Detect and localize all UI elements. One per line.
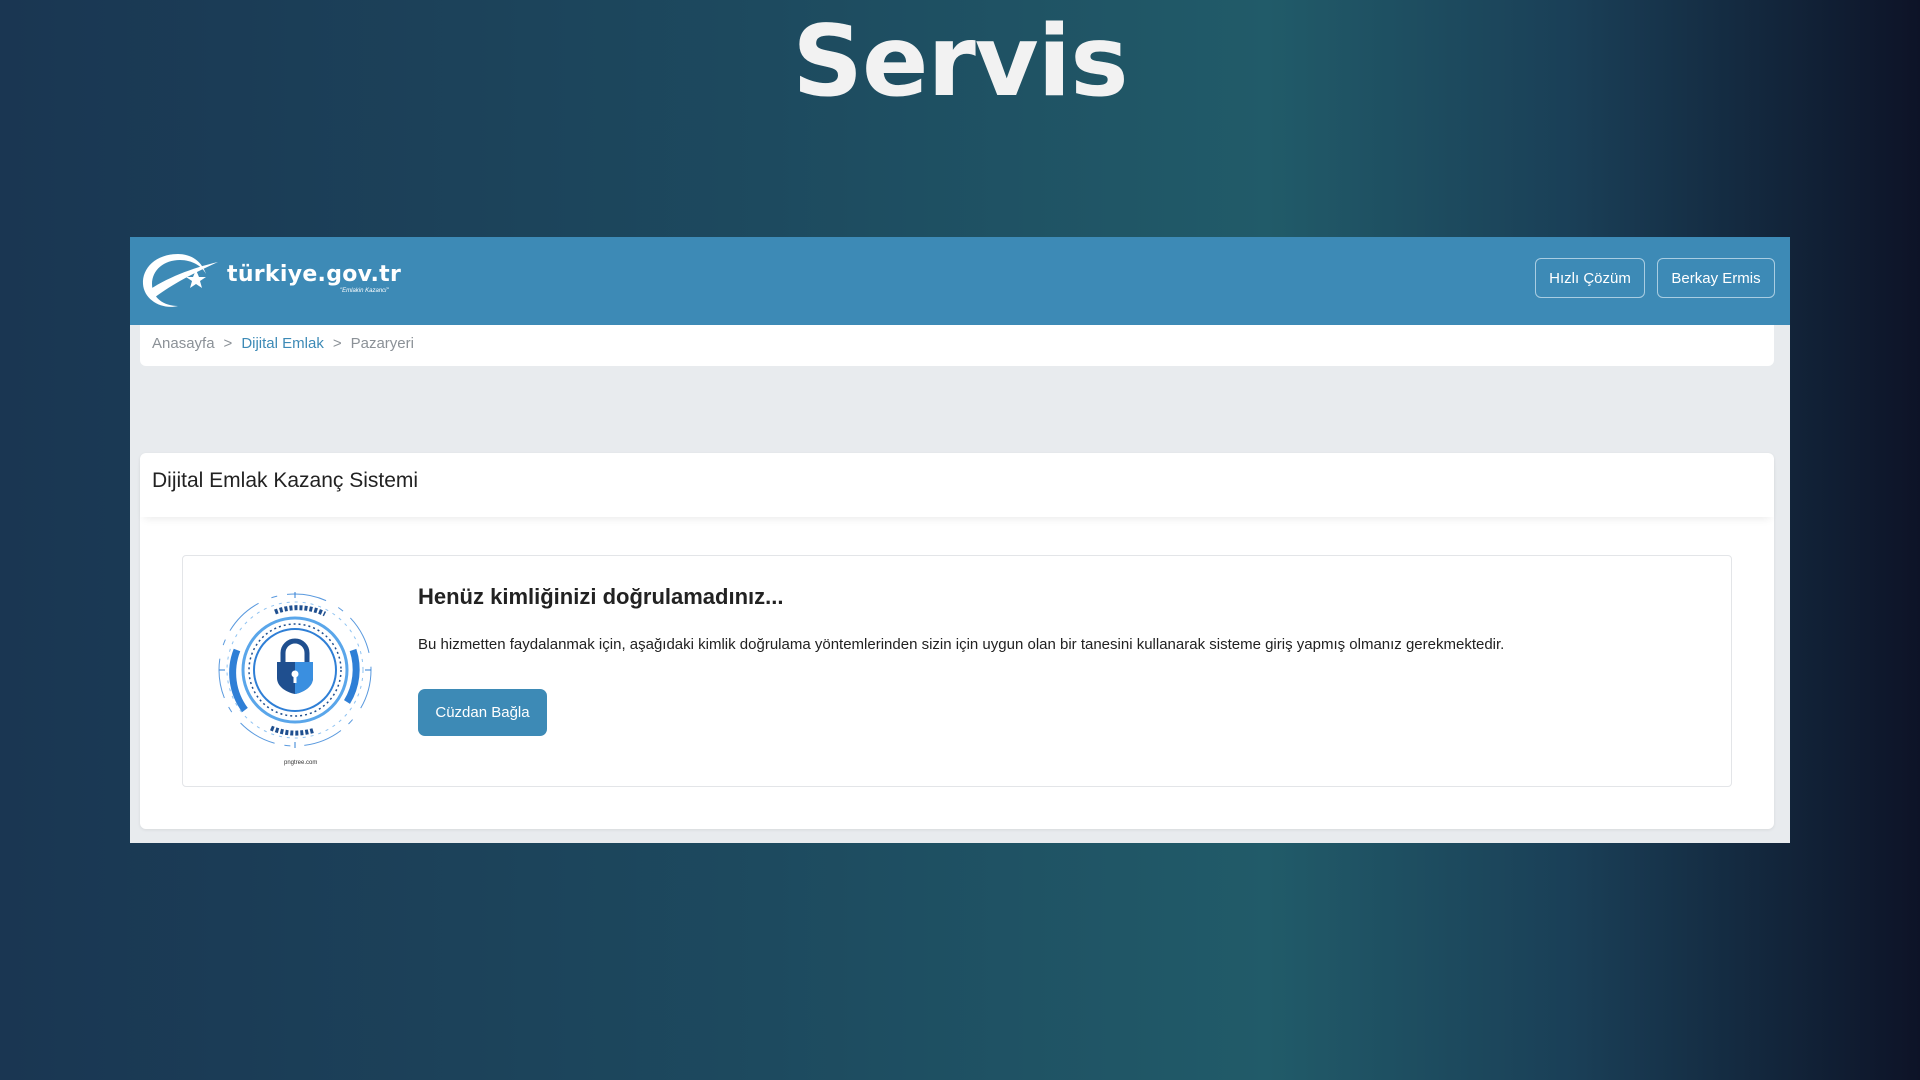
main-card: Dijital Emlak Kazanç Sistemi pngtree.com… — [140, 453, 1774, 829]
lock-shield-icon — [218, 592, 372, 748]
breadcrumb-item-home[interactable]: Anasayfa — [152, 335, 215, 352]
browser-window: türkiye.gov.tr "Emlakin Kazanci" Hızlı Ç… — [130, 237, 1790, 843]
logo-tagline: "Emlakin Kazanci" — [340, 288, 389, 294]
breadcrumb: Anasayfa > Dijital Emlak > Pazaryeri — [140, 325, 1774, 366]
breadcrumb-item-current: Pazaryeri — [350, 335, 414, 352]
crescent-star-logo-icon — [142, 254, 218, 307]
top-navbar: türkiye.gov.tr "Emlakin Kazanci" Hızlı Ç… — [130, 237, 1790, 325]
illustration-caption: pngtree.com — [284, 760, 318, 766]
verification-description: Bu hizmetten faydalanmak için, aşağıdaki… — [418, 636, 1505, 653]
logo-text: türkiye.gov.tr — [227, 262, 402, 287]
verification-title: Henüz kimliğinizi doğrulamadınız... — [418, 584, 784, 609]
breadcrumb-item-dijital-emlak[interactable]: Dijital Emlak — [241, 335, 324, 352]
card-header: Dijital Emlak Kazanç Sistemi — [140, 453, 1774, 517]
connect-wallet-button[interactable]: Cüzdan Bağla — [418, 689, 547, 736]
breadcrumb-separator: > — [332, 335, 342, 352]
breadcrumb-separator: > — [223, 335, 233, 352]
quick-solution-button[interactable]: Hızlı Çözüm — [1535, 258, 1645, 298]
user-menu-button[interactable]: Berkay Ermis — [1657, 258, 1775, 298]
slide-title: Servis — [792, 5, 1128, 119]
verification-panel: pngtree.com Henüz kimliğinizi doğrulamad… — [182, 555, 1732, 787]
card-title: Dijital Emlak Kazanç Sistemi — [152, 469, 419, 492]
site-logo[interactable]: türkiye.gov.tr "Emlakin Kazanci" — [140, 248, 402, 312]
